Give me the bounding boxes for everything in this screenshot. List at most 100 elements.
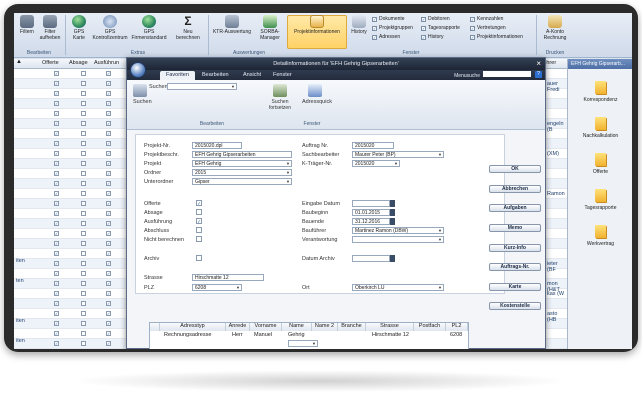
tab-favoriten[interactable]: Favoriten (160, 71, 195, 80)
row-checkbox[interactable]: ✓ (54, 301, 59, 306)
col-name2[interactable]: Name 2 (312, 323, 338, 331)
calendar-icon[interactable] (390, 218, 395, 225)
abschluss-checkbox[interactable] (196, 227, 202, 233)
ktraeger-select[interactable]: 2015020 ▼ (352, 160, 400, 167)
row-checkbox[interactable]: ✓ (54, 131, 59, 136)
row-checkbox[interactable]: ✓ (106, 151, 111, 156)
row-checkbox[interactable]: ✓ (54, 171, 59, 176)
row-checkbox[interactable]: ✓ (106, 71, 111, 76)
app-orb-icon[interactable] (130, 62, 146, 78)
row-checkbox[interactable]: ✓ (106, 201, 111, 206)
ordner-select[interactable]: 2015 ▼ (192, 169, 292, 176)
folder-werkvertrag[interactable]: Werkvertrag (568, 225, 632, 247)
row-checkbox[interactable]: ✓ (54, 161, 59, 166)
row-checkbox[interactable]: ✓ (54, 331, 59, 336)
cell-strasse[interactable]: Hirschmatte 12 (372, 332, 409, 338)
row-checkbox[interactable] (81, 271, 86, 276)
menu-search-input[interactable] (483, 71, 531, 77)
folder-nachkalkulation[interactable]: Nachkalkulation (568, 117, 632, 139)
ort-select[interactable]: Oberkirch LU ▼ (352, 284, 444, 291)
row-checkbox[interactable] (81, 211, 86, 216)
row-checkbox[interactable]: ✓ (54, 191, 59, 196)
row-checkbox[interactable] (81, 141, 86, 146)
row-checkbox[interactable]: ✓ (54, 281, 59, 286)
row-checkbox[interactable] (81, 301, 86, 306)
row-checkbox[interactable]: ✓ (54, 111, 59, 116)
row-checkbox[interactable]: ✓ (106, 231, 111, 236)
row-checkbox[interactable] (81, 191, 86, 196)
bauende-field[interactable]: 31.12.2016 (352, 218, 390, 225)
check-debitoren[interactable]: ✓ Debitoren (421, 16, 450, 22)
row-checkbox[interactable]: ✓ (54, 271, 59, 276)
row-checkbox[interactable]: ✓ (54, 81, 59, 86)
tab-ansicht[interactable]: Ansicht (243, 72, 261, 78)
row-checkbox[interactable]: ✓ (54, 321, 59, 326)
neu-berechnen-button[interactable]: Σ Neu berechnen (171, 15, 205, 42)
row-checkbox[interactable] (81, 241, 86, 246)
gps-karte-button[interactable]: GPS Karte (68, 15, 90, 41)
row-checkbox[interactable]: ✓ (54, 241, 59, 246)
row-checkbox[interactable]: ✓ (54, 141, 59, 146)
row-checkbox[interactable]: ✓ (106, 101, 111, 106)
memo-button[interactable]: Memo (489, 224, 541, 232)
ok-button[interactable]: OK (489, 165, 541, 173)
cell-adresstyp[interactable]: Rechnungsadresse (164, 332, 211, 338)
row-checkbox[interactable] (81, 91, 86, 96)
row-checkbox[interactable]: ✓ (106, 91, 111, 96)
row-checkbox[interactable]: ✓ (106, 81, 111, 86)
row-checkbox[interactable] (81, 221, 86, 226)
filter-button[interactable]: Filtern (16, 15, 38, 35)
col-absage[interactable]: Absage (69, 60, 88, 66)
row-checkbox[interactable]: ✓ (54, 211, 59, 216)
col-strasse[interactable]: Strasse (366, 323, 414, 331)
col-name[interactable]: Name (282, 323, 312, 331)
check-projektinformationen[interactable]: ✓ Projektinformationen (470, 34, 523, 40)
cell-name[interactable]: Gehrig (288, 332, 305, 338)
history-button[interactable]: History (348, 15, 370, 35)
tab-fenster[interactable]: Fenster (273, 72, 292, 78)
karte-button[interactable]: Karte (489, 283, 541, 291)
row-checkbox[interactable] (81, 321, 86, 326)
search-continue-button[interactable]: Suchen fortsetzen (265, 99, 295, 111)
col-postfach[interactable]: Postfach (414, 323, 446, 331)
row-checkbox[interactable]: ✓ (54, 221, 59, 226)
row-checkbox[interactable]: ✓ (106, 111, 111, 116)
datum-archiv-field[interactable] (352, 255, 390, 262)
eingabe-datum-field[interactable] (352, 200, 390, 207)
sort-up-icon[interactable]: ▲ (16, 59, 22, 65)
row-checkbox[interactable] (81, 181, 86, 186)
calendar-icon[interactable] (390, 255, 395, 262)
row-checkbox[interactable]: ✓ (106, 181, 111, 186)
check-kennzahlen[interactable]: ✓ Kennzahlen (470, 16, 503, 22)
col-ausfuehrung[interactable]: Ausführun (94, 60, 119, 66)
row-checkbox[interactable]: ✓ (54, 101, 59, 106)
col-pl2[interactable]: PL2 (446, 323, 468, 331)
row-checkbox[interactable]: ✓ (54, 291, 59, 296)
row-checkbox[interactable]: ✓ (106, 271, 111, 276)
absage-checkbox[interactable] (196, 209, 202, 215)
row-checkbox[interactable] (81, 311, 86, 316)
row-checkbox[interactable]: ✓ (106, 261, 111, 266)
row-checkbox[interactable]: ✓ (106, 241, 111, 246)
row-checkbox[interactable] (81, 171, 86, 176)
row-checkbox[interactable] (81, 261, 86, 266)
auftrag-nr-field[interactable]: 2015020 (352, 142, 394, 149)
kurz-info-button[interactable]: Kurz-Info (489, 244, 541, 252)
nicht-berechnen-checkbox[interactable] (196, 236, 202, 242)
check-adressen[interactable]: ✓ Adressen (372, 34, 400, 40)
cell-anrede[interactable]: Herr (232, 332, 243, 338)
row-checkbox[interactable]: ✓ (106, 331, 111, 336)
col-branche[interactable]: Branche (338, 323, 366, 331)
row-checkbox[interactable] (81, 71, 86, 76)
abbrechen-button[interactable]: Abbrechen (489, 185, 541, 193)
cell-pl2[interactable]: 6208 (450, 332, 462, 338)
tab-bearbeiten[interactable]: Bearbeiten (202, 72, 229, 78)
baubeginn-field[interactable]: 01.01.2015 (352, 209, 390, 216)
ausfuehrung-checkbox[interactable]: ✓ (196, 218, 202, 224)
help-icon[interactable]: ? (535, 71, 542, 78)
col-anrede[interactable]: Anrede (226, 323, 250, 331)
plz-select[interactable]: 6208 ▼ (192, 284, 242, 291)
calendar-icon[interactable] (390, 209, 395, 216)
row-checkbox[interactable]: ✓ (54, 261, 59, 266)
row-checkbox[interactable]: ✓ (106, 321, 111, 326)
